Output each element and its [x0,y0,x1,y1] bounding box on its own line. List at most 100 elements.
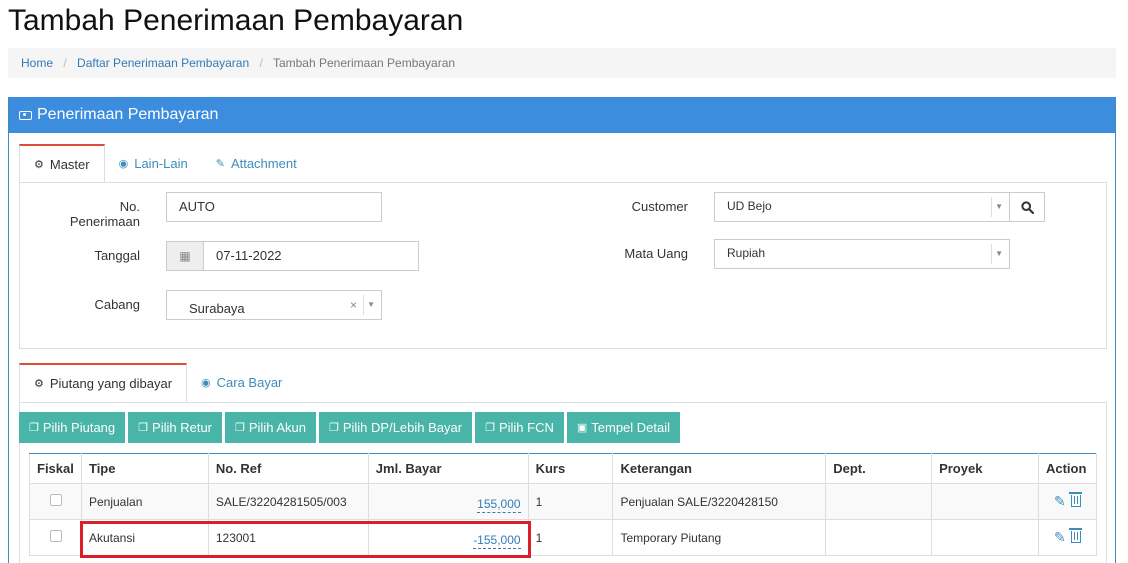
check-circle-icon: ◉ [201,377,211,389]
chevron-down-icon: ▼ [995,249,1003,258]
column-header: Jml. Bayar [367,453,529,484]
proyek-cell [931,483,1039,520]
fiskal-checkbox[interactable] [50,530,62,542]
fiskal-cell [29,519,82,556]
no-ref-cell: 123001 [207,519,369,556]
payment-panel: Penerimaan Pembayaran ⚙ Master ◉ Lain-La… [8,97,1116,563]
chevron-down-icon: ▼ [995,202,1003,211]
cabang-select[interactable]: Surabaya × ▼ [166,290,382,320]
tab-master[interactable]: ⚙ Master [19,144,105,183]
breadcrumb-current: Tambah Penerimaan Pembayaran [272,56,456,70]
button-label: Tempel Detail [591,420,671,435]
no-penerimaan-input[interactable]: AUTO [166,192,382,222]
customer-search-button[interactable] [1009,192,1045,222]
pilih-dp-lebih-bayar-button[interactable]: ❐ Pilih DP/Lebih Bayar [318,412,473,443]
paperclip-icon: ✎ [215,158,225,170]
button-label: Pilih Retur [152,420,212,435]
piutang-table: Fiskal Tipe No. Ref Jml. Bayar Kurs Kete… [29,453,1098,556]
mata-uang-label: Mata Uang [624,246,688,261]
calendar-icon[interactable]: ▦ [166,241,204,271]
gears-icon: ⚙ [34,377,44,390]
master-tabs: ⚙ Master ◉ Lain-Lain ✎ Attachment [19,144,311,183]
action-cell: ✎ [1037,483,1098,520]
breadcrumb: Home / Daftar Penerimaan Pembayaran / Ta… [8,48,1116,78]
action-cell: ✎ [1037,519,1098,556]
pilih-fcn-button[interactable]: ❐ Pilih FCN [475,412,564,443]
no-penerimaan-label: No. Penerimaan [69,199,140,229]
tab-label: Lain-Lain [134,156,188,171]
copy-icon: ❐ [328,422,339,434]
column-header: Kurs [527,453,614,484]
dept-cell [825,519,933,556]
tab-piutang-yang-dibayar[interactable]: ⚙ Piutang yang dibayar [19,363,188,402]
search-icon [1020,200,1034,214]
dept-cell [825,483,933,520]
paste-icon: ▣ [576,422,588,434]
button-label: Pilih FCN [498,420,554,435]
column-header: No. Ref [207,453,369,484]
column-header: Dept. [825,453,933,484]
button-label: Pilih DP/Lebih Bayar [342,420,463,435]
no-ref-cell: SALE/32204281505/003 [207,483,369,520]
column-header: Action [1037,453,1098,484]
tab-label: Attachment [230,156,297,171]
clear-icon[interactable]: × [350,298,357,312]
pencil-icon[interactable]: ✎ [1054,529,1066,546]
copy-icon: ❐ [29,422,39,434]
mata-uang-value: Rupiah [727,246,766,260]
keterangan-cell: Temporary Piutang [612,519,827,556]
page-title: Tambah Penerimaan Pembayaran [8,4,464,37]
tab-lain-lain[interactable]: ◉ Lain-Lain [105,144,202,183]
tab-attachment[interactable]: ✎ Attachment [202,144,311,183]
keterangan-cell: Penjualan SALE/3220428150 [612,483,827,520]
pilih-retur-button[interactable]: ❐ Pilih Retur [128,412,222,443]
money-icon [19,110,32,120]
jml-bayar-editable[interactable]: 155,000 [477,491,521,513]
breadcrumb-separator: / [259,56,263,70]
tab-label: Cara Bayar [216,375,283,390]
pencil-icon[interactable]: ✎ [1054,493,1066,510]
cabang-label: Cabang [94,297,140,312]
jml-bayar-editable[interactable]: -155,000 [473,527,521,549]
select-divider [363,295,364,315]
table-row: Akutansi 123001 -155,000 1 Temporary Piu… [29,519,1098,556]
table-row: Penjualan SALE/32204281505/003 155,000 1… [29,483,1098,520]
panel-heading: Penerimaan Pembayaran [9,97,1115,133]
copy-icon: ❐ [138,422,149,434]
pilih-akun-button[interactable]: ❐ Pilih Akun [225,412,316,443]
customer-select[interactable]: UD Bejo ▼ [714,192,1010,222]
breadcrumb-home-link[interactable]: Home [21,56,53,70]
chevron-down-icon: ▼ [367,300,375,309]
mata-uang-select[interactable]: Rupiah ▼ [714,239,1010,269]
jml-bayar-cell: -155,000 [367,519,529,556]
column-header: Tipe [80,453,209,484]
tipe-cell: Penjualan [80,483,209,520]
detail-tabs: ⚙ Piutang yang dibayar ◉ Cara Bayar [19,363,296,402]
detail-toolbar: ❐ Pilih Piutang ❐ Pilih Retur ❐ Pilih Ak… [19,412,681,443]
kurs-cell: 1 [527,519,614,556]
tanggal-input[interactable]: 07-11-2022 [203,241,419,271]
gears-icon: ⚙ [34,158,44,171]
trash-icon[interactable] [1069,492,1083,507]
tab-cara-bayar[interactable]: ◉ Cara Bayar [187,363,296,402]
customer-label: Customer [631,199,688,214]
table-header-row: Fiskal Tipe No. Ref Jml. Bayar Kurs Kete… [29,453,1098,484]
breadcrumb-separator: / [63,56,67,70]
column-header: Fiskal [29,453,82,484]
trash-icon[interactable] [1069,528,1083,543]
select-divider [991,244,992,264]
column-header: Proyek [931,453,1039,484]
copy-icon: ❐ [485,422,495,434]
check-circle-icon: ◉ [118,158,129,170]
copy-icon: ❐ [235,422,245,434]
tipe-cell: Akutansi [80,519,209,556]
fiskal-checkbox[interactable] [50,494,62,506]
panel-title: Penerimaan Pembayaran [37,106,219,123]
breadcrumb-list-link[interactable]: Daftar Penerimaan Pembayaran [77,56,249,70]
tab-label: Piutang yang dibayar [49,375,173,391]
pilih-piutang-button[interactable]: ❐ Pilih Piutang [19,412,126,443]
button-label: Pilih Akun [248,420,306,435]
column-header: Keterangan [612,453,827,484]
tempel-detail-button[interactable]: ▣ Tempel Detail [566,412,681,443]
master-form: No. Penerimaan AUTO Tanggal ▦ 07-11-2022… [19,182,1107,349]
